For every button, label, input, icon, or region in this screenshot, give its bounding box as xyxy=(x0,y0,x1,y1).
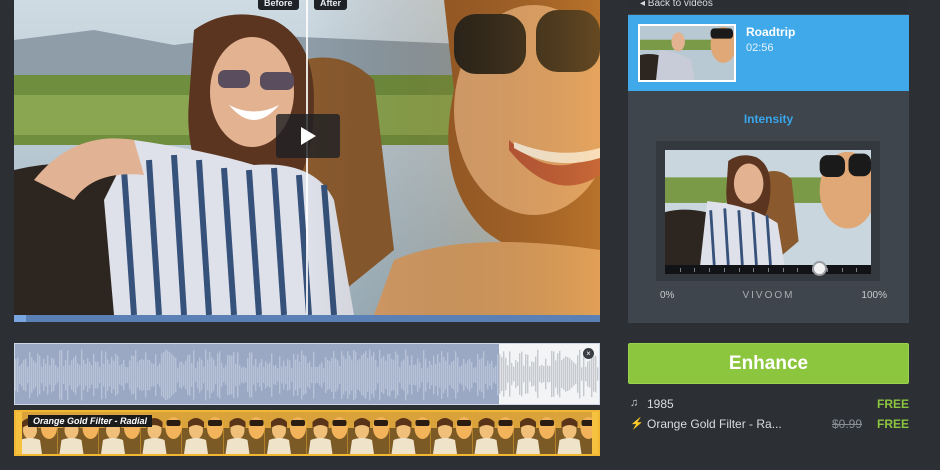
intensity-label: Intensity xyxy=(743,112,794,126)
video-list-item-selected[interactable]: Roadtrip 02:56 xyxy=(628,15,909,91)
purchase-item-price: FREE xyxy=(876,417,909,431)
purchase-item-song[interactable]: ♫ 1985 FREE xyxy=(630,397,909,413)
play-button[interactable] xyxy=(276,114,340,158)
intensity-slider-tick xyxy=(841,268,843,272)
intensity-slider-tick xyxy=(826,268,828,272)
intensity-slider-tick xyxy=(782,268,784,272)
intensity-slider-tick xyxy=(768,268,769,272)
intensity-slider[interactable] xyxy=(665,261,871,276)
play-icon xyxy=(301,127,316,145)
intensity-slider-thumb[interactable] xyxy=(811,261,827,276)
audio-waveform-track[interactable]: × xyxy=(14,343,600,405)
intensity-preview-frame xyxy=(656,141,880,281)
intensity-slider-tick xyxy=(856,268,858,272)
intensity-slider-tick xyxy=(694,268,696,272)
video-preview[interactable]: Before After xyxy=(14,0,600,315)
intensity-slider-tick xyxy=(797,268,799,272)
after-label: After xyxy=(314,0,348,10)
video-thumbnail xyxy=(638,24,736,82)
playback-progress-bar[interactable] xyxy=(14,315,600,322)
close-icon[interactable]: × xyxy=(583,348,594,359)
magic-wand-icon: ⚡ xyxy=(630,418,644,430)
purchase-item-name: 1985 xyxy=(647,397,674,411)
back-to-videos-link[interactable]: ◂ Back to videos xyxy=(628,0,909,14)
enhance-button[interactable]: Enhance xyxy=(628,343,909,384)
music-note-icon: ♫ xyxy=(630,397,639,409)
video-duration: 02:56 xyxy=(746,42,774,54)
filter-track-label: Orange Gold Filter - Radial xyxy=(28,415,153,427)
purchase-item-name: Orange Gold Filter - Ra... xyxy=(647,417,782,431)
filter-trim-handle-left[interactable] xyxy=(16,412,22,454)
filter-trim-handle-right[interactable] xyxy=(592,412,598,454)
intensity-slider-tick xyxy=(753,268,755,272)
intensity-preview-image xyxy=(665,150,871,274)
filter-track[interactable]: Orange Gold Filter - Radial xyxy=(14,410,600,456)
side-panel: ◂ Back to videos Roadtrip 02:56 Intensit… xyxy=(628,0,909,323)
purchase-item-price: FREE xyxy=(876,397,909,411)
intensity-slider-tick xyxy=(709,268,711,272)
intensity-slider-tick xyxy=(738,268,740,272)
intensity-slider-tick xyxy=(679,268,681,272)
intensity-max-label: 100% xyxy=(861,290,887,301)
intensity-slider-tick xyxy=(723,268,725,272)
video-title: Roadtrip xyxy=(746,25,796,39)
before-label: Before xyxy=(258,0,299,10)
purchase-item-original-price: $0.99 xyxy=(831,417,862,431)
purchase-item-filter[interactable]: ⚡ Orange Gold Filter - Ra... $0.99 FREE xyxy=(630,417,909,433)
playback-progress-fill xyxy=(14,315,26,322)
video-editor: Before After × Orange Gold Filter - Radi… xyxy=(0,0,940,470)
